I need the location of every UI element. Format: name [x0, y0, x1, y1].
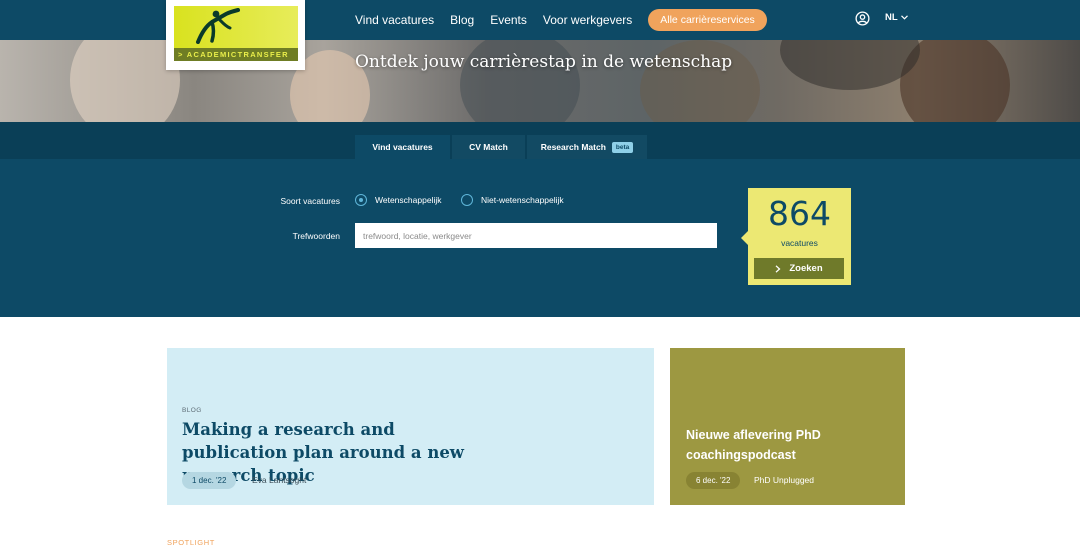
- search-tabs: Vind vacatures CV Match Research Match be…: [0, 122, 1080, 159]
- user-circle-icon[interactable]: [855, 11, 870, 26]
- podcast-card[interactable]: Nieuwe aflevering PhD coachingspodcast 6…: [670, 348, 905, 505]
- tab-cv-match[interactable]: CV Match: [452, 135, 525, 159]
- logo-wordmark: > ACADEMICTRANSFER: [174, 48, 298, 61]
- nav-voor-werkgevers[interactable]: Voor werkgevers: [543, 13, 632, 27]
- search-button-label: Zoeken: [789, 263, 823, 274]
- hero-photo-shape: [70, 40, 180, 122]
- vacancy-type-label: Soort vacatures: [280, 196, 340, 206]
- tab-vind-vacatures[interactable]: Vind vacatures: [355, 135, 450, 159]
- spotlight-heading: SPOTLIGHT: [167, 538, 215, 547]
- keywords-input[interactable]: [355, 223, 717, 248]
- radio-niet-wetenschappelijk[interactable]: Niet-wetenschappelijk: [461, 194, 564, 206]
- language-selector[interactable]: NL: [885, 12, 908, 23]
- search-button[interactable]: Zoeken: [754, 258, 844, 279]
- radio-selected-icon: [355, 194, 367, 206]
- language-label: NL: [885, 12, 898, 23]
- blog-date-badge: 1 dec. '22: [182, 472, 237, 489]
- blog-kicker: BLOG: [182, 407, 202, 414]
- tab-research-match-label: Research Match: [540, 142, 606, 152]
- hero-photo-shape: [780, 40, 920, 90]
- career-services-button[interactable]: Alle carrièreservices: [648, 9, 767, 31]
- logo-text: ACADEMICTRANSFER: [186, 50, 289, 59]
- tab-research-match[interactable]: Research Match beta: [527, 135, 647, 159]
- vaulter-figure-icon: [196, 8, 240, 44]
- chevron-down-icon: [900, 15, 908, 20]
- search-panel: Vind vacatures CV Match Research Match be…: [0, 122, 1080, 317]
- chevron-right-icon: [775, 264, 781, 273]
- podcast-title[interactable]: Nieuwe aflevering PhD coachingspodcast: [686, 425, 886, 465]
- radio-wetenschappelijk-label: Wetenschappelijk: [375, 195, 442, 205]
- main-nav: Vind vacatures Blog Events Voor werkgeve…: [355, 0, 767, 40]
- nav-events[interactable]: Events: [490, 13, 527, 27]
- nav-vind-vacatures[interactable]: Vind vacatures: [355, 13, 434, 27]
- hero-title: Ontdek jouw carrièrestap in de wetenscha…: [355, 52, 733, 72]
- keywords-label: Trefwoorden: [292, 231, 340, 241]
- academic-transfer-logo[interactable]: > ACADEMICTRANSFER: [166, 0, 305, 70]
- podcast-source: PhD Unplugged: [754, 475, 815, 485]
- nav-blog[interactable]: Blog: [450, 13, 474, 27]
- count-box-pointer: [741, 231, 748, 245]
- result-count: 864: [768, 194, 831, 233]
- result-count-label: vacatures: [781, 238, 818, 248]
- blog-card[interactable]: BLOG Making a research and publication p…: [167, 348, 654, 505]
- beta-badge: beta: [611, 142, 634, 153]
- radio-unselected-icon: [461, 194, 473, 206]
- radio-wetenschappelijk[interactable]: Wetenschappelijk: [355, 194, 441, 206]
- logo-mark: > ACADEMICTRANSFER: [174, 6, 298, 61]
- result-count-box: 864 vacatures Zoeken: [741, 188, 851, 285]
- blog-author: Eva Lantsoght: [252, 475, 307, 485]
- radio-niet-wetenschappelijk-label: Niet-wetenschappelijk: [481, 195, 564, 205]
- podcast-date-badge: 6 dec. '22: [686, 472, 741, 489]
- page: Vind vacatures Blog Events Voor werkgeve…: [0, 0, 1080, 551]
- top-navigation-bar: Vind vacatures Blog Events Voor werkgeve…: [0, 0, 1080, 40]
